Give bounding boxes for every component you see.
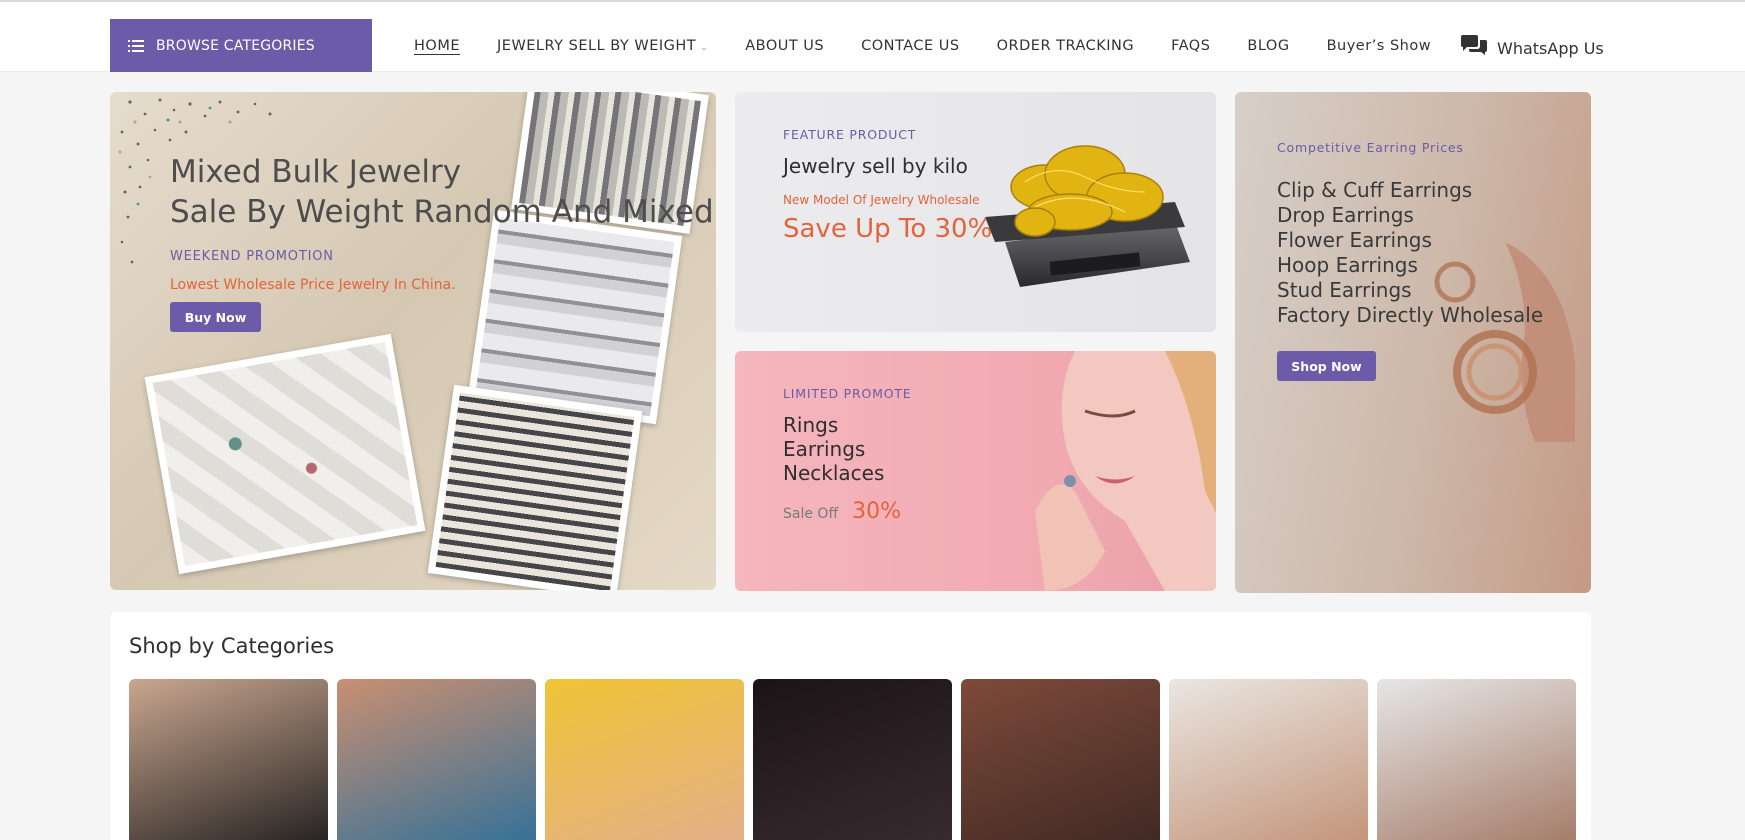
- main-banner-label: WEEKEND PROMOTION: [170, 249, 334, 264]
- nav-jewelry-sell-by-weight-label: JEWELRY SELL BY WEIGHT: [497, 38, 697, 54]
- earrings-line-drop: Drop Earrings: [1277, 203, 1414, 227]
- feature-banner-label: FEATURE PRODUCT: [783, 127, 917, 142]
- site-header: BROWSE CATEGORIES HOME JEWELRY SELL BY W…: [0, 2, 1745, 72]
- limited-banner-sale: Sale Off 30%: [783, 499, 901, 524]
- limited-banner-categories: Rings Earrings Necklaces: [783, 413, 884, 485]
- nav-jewelry-sell-by-weight[interactable]: JEWELRY SELL BY WEIGHT ⌄: [497, 38, 708, 54]
- main-banner-subtitle: Lowest Wholesale Price Jewelry In China.: [170, 277, 456, 293]
- category-image-body-chain: [129, 679, 328, 840]
- nav-home[interactable]: HOME: [414, 38, 460, 54]
- limited-banner-label: LIMITED PROMOTE: [783, 386, 912, 401]
- mixed-jewelry-pile-photo: [144, 333, 426, 575]
- earrings-banner-label: Competitive Earring Prices: [1277, 140, 1464, 155]
- nav-contact-us[interactable]: CONTACE US: [861, 38, 960, 54]
- nav-buyers-show[interactable]: Buyer’s Show: [1327, 38, 1432, 54]
- buy-now-button[interactable]: Buy Now: [170, 302, 261, 332]
- shop-by-categories-section: Shop by Categories: [110, 612, 1591, 840]
- main-nav: HOME JEWELRY SELL BY WEIGHT ⌄ ABOUT US CO…: [414, 36, 1468, 56]
- category-image-hair-clip: [1377, 679, 1576, 840]
- category-tile-brooch[interactable]: [753, 679, 952, 840]
- earrings-line-stud: Stud Earrings: [1277, 278, 1412, 302]
- category-image-bracelet: [545, 679, 744, 840]
- earrings-banner-list: Clip & Cuff Earrings Drop Earrings Flowe…: [1277, 178, 1543, 328]
- category-tile-choker[interactable]: [961, 679, 1160, 840]
- category-tile-earring[interactable]: [1169, 679, 1368, 840]
- earrings-banner[interactable]: Competitive Earring Prices Clip & Cuff E…: [1235, 92, 1591, 593]
- limited-banner-line-earrings: Earrings: [783, 437, 866, 461]
- shop-now-button[interactable]: Shop Now: [1277, 351, 1376, 381]
- feature-product-banner[interactable]: FEATURE PRODUCT Jewelry sell by kilo New…: [735, 92, 1216, 332]
- sale-off-label: Sale Off: [783, 506, 839, 522]
- section-title: Shop by Categories: [129, 634, 335, 658]
- list-menu-icon: [128, 39, 144, 52]
- model-portrait-image: [1035, 351, 1216, 591]
- chat-bubbles-icon: [1459, 34, 1497, 62]
- category-image-belly-ring: [337, 679, 536, 840]
- category-image-earring: [1169, 679, 1368, 840]
- whatsapp-label: WhatsApp Us: [1497, 38, 1604, 58]
- sale-percent: 30%: [852, 499, 901, 524]
- category-image-brooch: [753, 679, 952, 840]
- nav-about-us[interactable]: ABOUT US: [745, 38, 824, 54]
- nav-order-tracking[interactable]: ORDER TRACKING: [997, 38, 1135, 54]
- main-banner-title: Mixed Bulk Jewelry Sale By Weight Random…: [170, 152, 716, 232]
- main-promo-banner[interactable]: Mixed Bulk Jewelry Sale By Weight Random…: [110, 92, 716, 590]
- earrings-line-flower: Flower Earrings: [1277, 228, 1432, 252]
- browse-categories-button[interactable]: BROWSE CATEGORIES: [110, 19, 372, 72]
- main-banner-title-line1: Mixed Bulk Jewelry: [170, 154, 462, 190]
- limited-promote-banner[interactable]: LIMITED PROMOTE Rings Earrings Necklaces…: [735, 351, 1216, 591]
- earrings-line-hoop: Hoop Earrings: [1277, 253, 1418, 277]
- category-tile-bracelet[interactable]: [545, 679, 744, 840]
- feature-banner-subtitle: New Model Of Jewelry Wholesale: [783, 193, 980, 207]
- gold-chains-scale-image: [985, 145, 1190, 287]
- main-banner-title-line2: Sale By Weight Random And Mixed: [170, 194, 714, 230]
- category-tile-belly-ring[interactable]: [337, 679, 536, 840]
- earrings-line-clip-cuff: Clip & Cuff Earrings: [1277, 178, 1473, 202]
- category-tile-body-chain[interactable]: [129, 679, 328, 840]
- category-tile-hair-clip[interactable]: [1377, 679, 1576, 840]
- earrings-line-factory: Factory Directly Wholesale: [1277, 303, 1544, 327]
- category-image-choker: [961, 679, 1160, 840]
- chevron-down-icon: ⌄: [700, 43, 709, 53]
- whatsapp-link[interactable]: WhatsApp Us: [1459, 34, 1604, 62]
- category-grid: [129, 679, 1585, 840]
- limited-banner-line-necklaces: Necklaces: [783, 461, 885, 485]
- limited-banner-line-rings: Rings: [783, 413, 839, 437]
- nav-faqs[interactable]: FAQS: [1171, 38, 1210, 54]
- jewelry-shelves-photo: [427, 384, 643, 590]
- feature-banner-discount: Save Up To 30%: [783, 214, 993, 244]
- nav-blog[interactable]: BLOG: [1247, 38, 1289, 54]
- browse-categories-label: BROWSE CATEGORIES: [156, 37, 315, 54]
- feature-banner-title: Jewelry sell by kilo: [783, 154, 968, 178]
